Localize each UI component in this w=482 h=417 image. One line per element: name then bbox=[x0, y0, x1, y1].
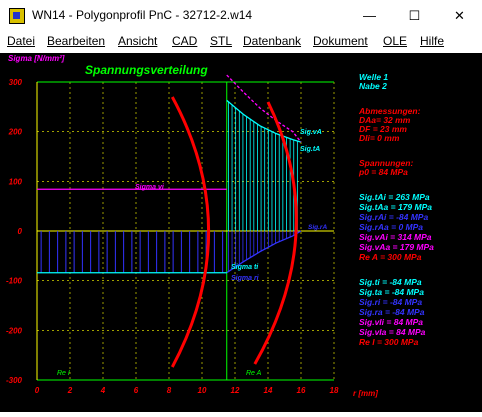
plot-area: 0 2 4 6 8 10 12 14 16 18 300 200 100 0 -100 -200 -300 Sp… bbox=[0, 53, 482, 412]
maximize-button[interactable]: ☐ bbox=[392, 0, 437, 32]
close-button[interactable]: ✕ bbox=[437, 0, 482, 32]
label-sig-ra: Sig.rA bbox=[308, 224, 327, 231]
profile-arc-inner bbox=[170, 96, 211, 368]
minimize-button[interactable]: — bbox=[347, 0, 392, 32]
info-p0: p0 = 84 MPa bbox=[359, 167, 408, 177]
menu-bearbeiten[interactable]: Bearbeiten bbox=[47, 34, 105, 48]
info-sig-vai: Sig.vAi = 314 MPa bbox=[359, 232, 432, 242]
series-line-0 bbox=[226, 99, 302, 143]
info-sig-tai: Sig.tAi = 263 MPa bbox=[359, 192, 430, 202]
title-bar: WN14 - Polygonprofil PnC - 32712-2.w14 —… bbox=[0, 0, 482, 32]
info-sig-raa: Sig.rAa = 0 MPa bbox=[359, 222, 424, 232]
x-tick-label: 14 bbox=[264, 386, 273, 395]
info-sig-via: Sig.vIa = 84 MPa bbox=[359, 327, 426, 337]
y-tick-label: 200 bbox=[8, 128, 23, 137]
x-tick-label: 0 bbox=[35, 386, 40, 395]
info-sig-taa: Sig.tAa = 179 MPa bbox=[359, 202, 432, 212]
menu-dokument[interactable]: Dokument bbox=[313, 34, 368, 48]
info-sig-rai: Sig.rAi = -84 MPa bbox=[359, 212, 429, 222]
label-re-a: Re A bbox=[246, 370, 262, 377]
x-tick-label: 8 bbox=[167, 386, 172, 395]
info-re-i: Re I = 300 MPa bbox=[359, 337, 419, 347]
x-tick-label: 6 bbox=[134, 386, 139, 395]
info-nabe: Nabe 2 bbox=[359, 81, 387, 91]
label-sig-va: Sig.vA bbox=[300, 129, 322, 136]
info-sig-vaa: Sig.vAa = 179 MPa bbox=[359, 242, 434, 252]
menu-ansicht[interactable]: Ansicht bbox=[118, 34, 157, 48]
menu-datei[interactable]: Datei bbox=[7, 34, 35, 48]
x-tick-label: 16 bbox=[297, 386, 306, 395]
y-axis-label: Sigma [N/mm²] bbox=[8, 54, 65, 63]
x-tick-label: 4 bbox=[100, 386, 106, 395]
x-tick-label: 2 bbox=[67, 386, 73, 395]
menu-cad[interactable]: CAD bbox=[172, 34, 197, 48]
label-sigma-ti: Sigma ti bbox=[231, 264, 259, 271]
menu-ole[interactable]: OLE bbox=[383, 34, 407, 48]
info-sig-ri: Sig.ri = -84 MPa bbox=[359, 297, 423, 307]
info-sig-ta: Sig.ta = -84 MPa bbox=[359, 287, 424, 297]
x-axis-label: r [mm] bbox=[353, 389, 378, 398]
x-tick-label: 18 bbox=[330, 386, 339, 395]
info-sig-vii: Sig.vIi = 84 MPa bbox=[359, 317, 424, 327]
chart-title: Spannungsverteilung bbox=[85, 63, 208, 77]
label-sig-ta: Sig.tA bbox=[300, 146, 320, 153]
label-sigma-ri: Sigma ri bbox=[231, 275, 260, 282]
y-tick-label: 300 bbox=[9, 78, 23, 87]
info-re-a: Re A = 300 MPa bbox=[359, 252, 422, 262]
info-dii: DIi= 0 mm bbox=[359, 133, 400, 143]
x-tick-label: 10 bbox=[198, 386, 207, 395]
window-title: WN14 - Polygonprofil PnC - 32712-2.w14 bbox=[32, 8, 253, 22]
menu-datenbank[interactable]: Datenbank bbox=[243, 34, 301, 48]
y-tick-label: -300 bbox=[6, 376, 23, 385]
menu-hilfe[interactable]: Hilfe bbox=[420, 34, 444, 48]
menu-stl[interactable]: STL bbox=[210, 34, 232, 48]
y-tick-label: 100 bbox=[9, 177, 23, 186]
app-icon bbox=[9, 8, 25, 24]
series-line-1 bbox=[226, 74, 302, 143]
label-sigma-vi: Sigma vi bbox=[135, 184, 165, 191]
y-tick-label: 0 bbox=[18, 227, 23, 236]
info-sig-ti: Sig.ti = -84 MPa bbox=[359, 277, 422, 287]
info-sig-ra: Sig.ra = -84 MPa bbox=[359, 307, 425, 317]
label-re-i: Re I bbox=[57, 370, 70, 377]
y-tick-label: -100 bbox=[6, 277, 23, 286]
x-tick-label: 12 bbox=[231, 386, 240, 395]
menu-bar: Datei Bearbeiten Ansicht CAD STL Datenba… bbox=[0, 32, 482, 52]
y-tick-label: -200 bbox=[6, 326, 23, 335]
